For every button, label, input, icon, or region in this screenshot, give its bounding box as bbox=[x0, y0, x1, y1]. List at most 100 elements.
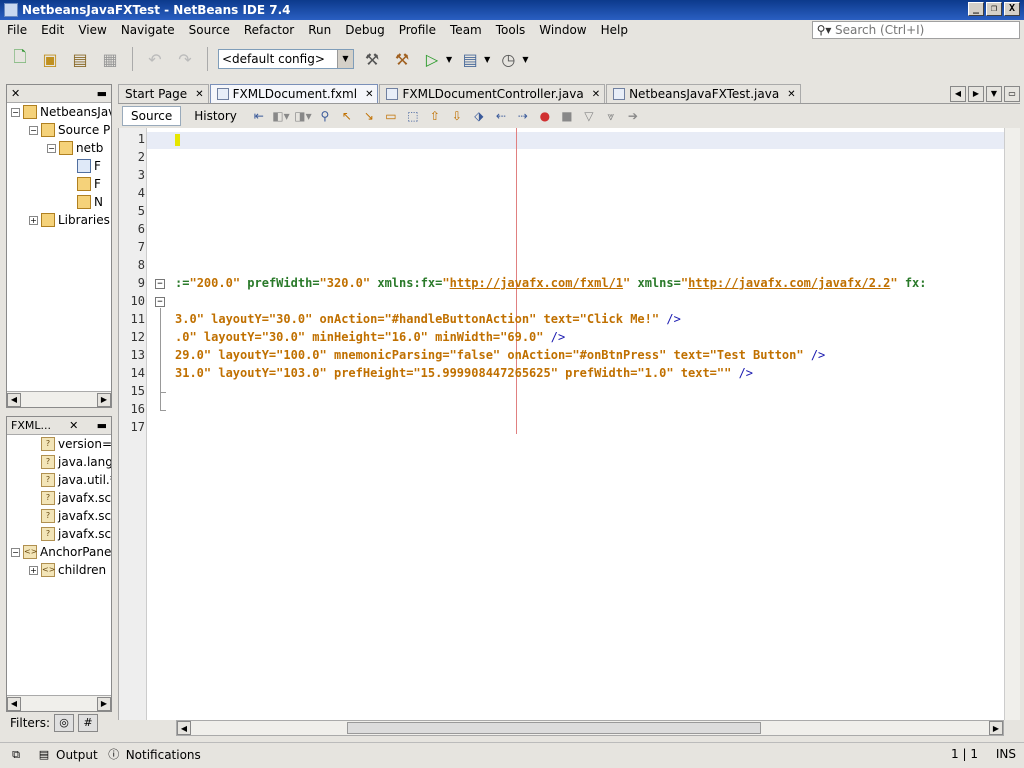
new-file-icon[interactable]: 🗋 bbox=[8, 47, 32, 71]
validate-file-icon[interactable]: ⩔ bbox=[602, 107, 620, 125]
scroll-left-icon[interactable]: ◀ bbox=[177, 721, 191, 735]
filter-hash-icon[interactable]: # bbox=[78, 714, 99, 732]
menu-edit[interactable]: Edit bbox=[34, 20, 71, 40]
menu-view[interactable]: View bbox=[71, 20, 113, 40]
search-icon[interactable]: ⚲▾ bbox=[813, 23, 835, 37]
redo-icon[interactable]: ↷ bbox=[173, 47, 197, 71]
find-next-icon[interactable]: ↘ bbox=[360, 107, 378, 125]
close-icon[interactable]: ✕ bbox=[11, 87, 20, 100]
tree-item[interactable]: −<>AnchorPane id bbox=[7, 543, 111, 561]
collapse-icon[interactable]: − bbox=[29, 125, 38, 135]
navigator-hscrollbar[interactable]: ◀ ▶ bbox=[7, 695, 111, 711]
editor-tab[interactable]: NetbeansJavaFXTest.java ✕ bbox=[606, 84, 801, 103]
find-previous-icon[interactable]: ↖ bbox=[338, 107, 356, 125]
editor-tab[interactable]: FXMLDocumentController.java ✕ bbox=[379, 84, 606, 103]
code-line[interactable]: 3.0" layoutY="30.0" onAction="#handleBut… bbox=[175, 312, 681, 326]
stop-macro-icon[interactable]: ■ bbox=[558, 107, 576, 125]
tree-item[interactable]: ?javafx.scene. bbox=[7, 507, 111, 525]
tree-item[interactable]: ?java.lang.* bbox=[7, 453, 111, 471]
find-icon[interactable]: ⚲ bbox=[316, 107, 334, 125]
scroll-thumb[interactable] bbox=[347, 722, 761, 734]
save-all-icon[interactable]: ▦ bbox=[98, 47, 122, 71]
output-window-button[interactable]: ▤ Output bbox=[36, 748, 98, 762]
shift-left-icon[interactable]: ⇠ bbox=[492, 107, 510, 125]
editor-tab[interactable]: FXMLDocument.fxml ✕ bbox=[209, 84, 379, 103]
close-icon[interactable]: ✕ bbox=[365, 89, 373, 100]
tree-item[interactable]: + Libraries bbox=[7, 211, 111, 229]
close-icon[interactable]: ✕ bbox=[592, 89, 600, 100]
close-icon[interactable]: ✕ bbox=[787, 89, 795, 100]
code-editor[interactable]: 1 2 3 4 5 6 7 8 9 10 11 12 13 14 15 16 17 − − :="200.0" p… bbox=[118, 128, 1004, 720]
undo-icon[interactable]: ↶ bbox=[143, 47, 167, 71]
restore-windows-item[interactable]: ⧉ bbox=[8, 748, 28, 762]
expand-icon[interactable]: + bbox=[29, 565, 38, 575]
close-window-button[interactable]: X bbox=[1004, 2, 1020, 16]
profile-project-icon[interactable]: ◷ bbox=[496, 47, 520, 71]
menu-team[interactable]: Team bbox=[443, 20, 489, 40]
collapse-icon[interactable]: − bbox=[11, 107, 20, 117]
tree-item[interactable]: − Source P bbox=[7, 121, 111, 139]
close-icon[interactable]: ✕ bbox=[69, 419, 78, 432]
menu-file[interactable]: File bbox=[0, 20, 34, 40]
maximize-editor-icon[interactable]: ▭ bbox=[1004, 86, 1020, 102]
tree-item[interactable]: F bbox=[7, 157, 111, 175]
chevron-down-icon[interactable]: ▼ bbox=[337, 50, 353, 68]
collapse-icon[interactable]: − bbox=[11, 547, 20, 557]
minimize-panel-icon[interactable]: ▬ bbox=[97, 419, 107, 432]
menu-help[interactable]: Help bbox=[594, 20, 635, 40]
tree-item[interactable]: N bbox=[7, 193, 111, 211]
scroll-left-icon[interactable]: ◀ bbox=[7, 392, 21, 407]
tree-item[interactable]: ?javafx.scene. bbox=[7, 489, 111, 507]
tab-list-icon[interactable]: ▼ bbox=[986, 86, 1002, 102]
tree-item[interactable]: − netb bbox=[7, 139, 111, 157]
fold-toggle-icon[interactable]: − bbox=[155, 279, 165, 289]
debug-dropdown-icon[interactable]: ▼ bbox=[484, 55, 490, 64]
profile-dropdown-icon[interactable]: ▼ bbox=[522, 55, 528, 64]
menu-source[interactable]: Source bbox=[182, 20, 237, 40]
menu-navigate[interactable]: Navigate bbox=[114, 20, 182, 40]
tree-item[interactable]: + <> children bbox=[7, 561, 111, 579]
history-view-tab[interactable]: History bbox=[185, 106, 246, 126]
previous-bookmark-icon[interactable]: ⇧ bbox=[426, 107, 444, 125]
minimize-button[interactable]: _ bbox=[968, 2, 984, 16]
projects-hscrollbar[interactable]: ◀ ▶ bbox=[7, 391, 111, 407]
scroll-tabs-right-icon[interactable]: ▶ bbox=[968, 86, 984, 102]
menu-run[interactable]: Run bbox=[301, 20, 338, 40]
clean-build-icon[interactable]: ⚒ bbox=[390, 47, 414, 71]
new-project-icon[interactable]: ▣ bbox=[38, 47, 62, 71]
code-line[interactable]: :="200.0" prefWidth="320.0" xmlns:fx="ht… bbox=[175, 276, 927, 290]
forward-icon[interactable]: ◨▾ bbox=[294, 107, 312, 125]
editor-vscrollbar[interactable] bbox=[1004, 128, 1020, 720]
scroll-left-icon[interactable]: ◀ bbox=[7, 696, 21, 711]
toggle-bookmark-icon[interactable]: ⬗ bbox=[470, 107, 488, 125]
editor-hscrollbar[interactable]: ◀ ▶ bbox=[176, 720, 1004, 736]
close-icon[interactable]: ✕ bbox=[195, 89, 203, 100]
fold-toggle-icon[interactable]: − bbox=[155, 297, 165, 307]
scroll-tabs-left-icon[interactable]: ◀ bbox=[950, 86, 966, 102]
tree-item[interactable]: ? java.util.* bbox=[7, 471, 111, 489]
code-line[interactable]: 29.0" layoutY="100.0" mnemonicParsing="f… bbox=[175, 348, 825, 362]
notifications-button[interactable]: ⓘ Notifications bbox=[106, 748, 201, 762]
tree-item[interactable]: ?version="1.0" bbox=[7, 435, 111, 453]
menu-profile[interactable]: Profile bbox=[392, 20, 443, 40]
run-dropdown-icon[interactable]: ▼ bbox=[446, 55, 452, 64]
filter-attributes-icon[interactable]: ◎ bbox=[54, 714, 75, 732]
shift-right-icon[interactable]: ⇢ bbox=[514, 107, 532, 125]
back-icon[interactable]: ◧▾ bbox=[272, 107, 290, 125]
scroll-right-icon[interactable]: ▶ bbox=[97, 392, 111, 407]
toggle-highlight-icon[interactable]: ▭ bbox=[382, 107, 400, 125]
scroll-right-icon[interactable]: ▶ bbox=[97, 696, 111, 711]
tree-item[interactable]: ?javafx.scene. bbox=[7, 525, 111, 543]
run-project-icon[interactable]: ▷ bbox=[420, 47, 444, 71]
menu-window[interactable]: Window bbox=[532, 20, 593, 40]
scroll-right-icon[interactable]: ▶ bbox=[989, 721, 1003, 735]
debug-project-icon[interactable]: ▤ bbox=[458, 47, 482, 71]
source-view-tab[interactable]: Source bbox=[122, 106, 182, 126]
restore-button[interactable]: ❐ bbox=[986, 2, 1002, 16]
code-line[interactable]: .0" layoutY="30.0" minHeight="16.0" minW… bbox=[175, 330, 565, 344]
menu-refactor[interactable]: Refactor bbox=[237, 20, 301, 40]
expand-icon[interactable]: + bbox=[29, 215, 38, 225]
check-file-icon[interactable]: ▽ bbox=[580, 107, 598, 125]
start-macro-icon[interactable]: ● bbox=[536, 107, 554, 125]
xslt-transform-icon[interactable]: ➔ bbox=[624, 107, 642, 125]
